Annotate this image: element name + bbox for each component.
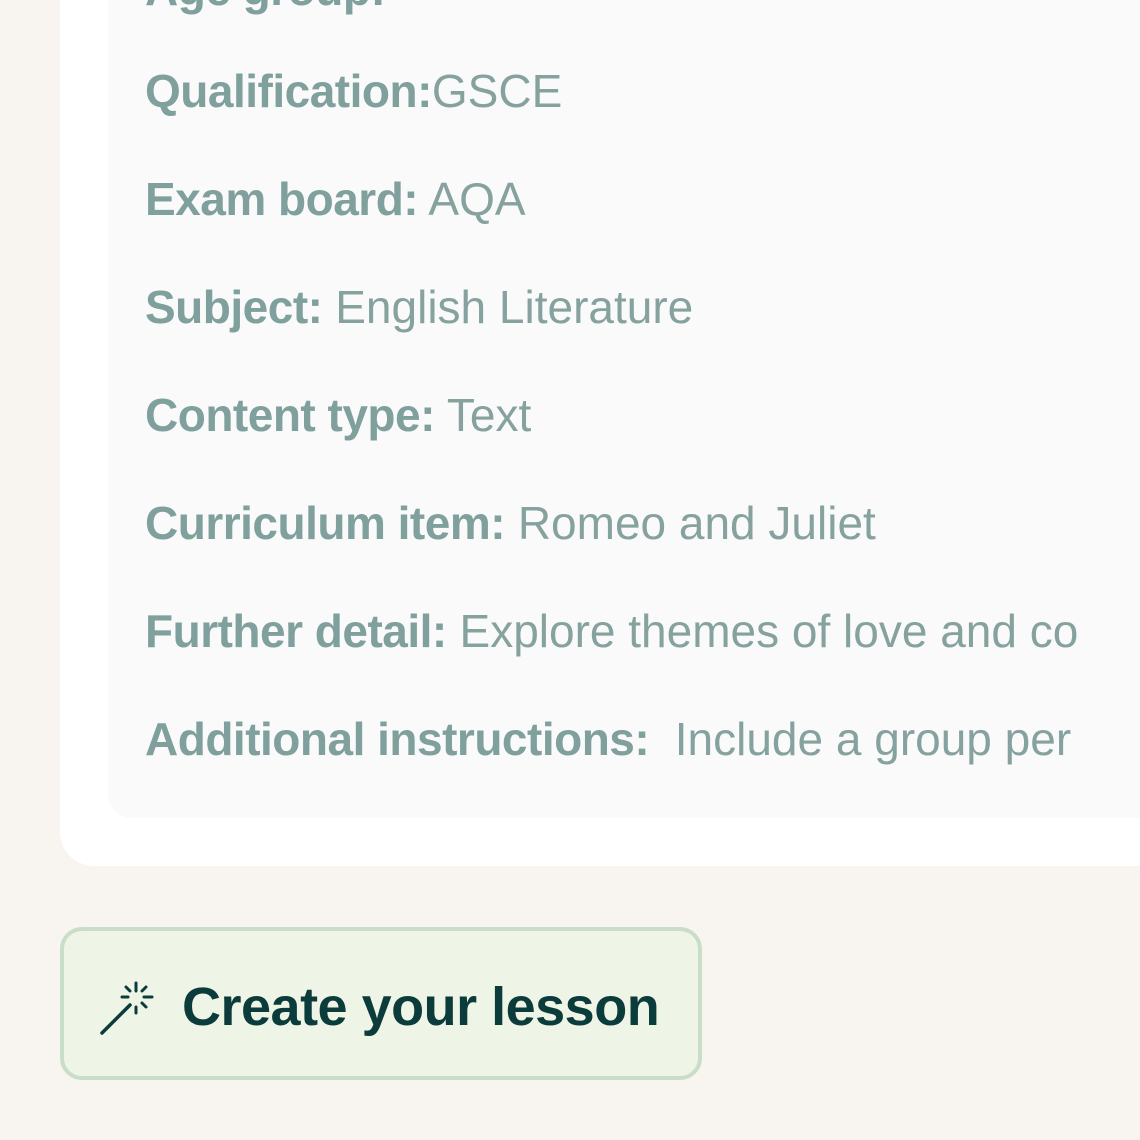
magic-wand-icon (100, 981, 154, 1035)
detail-label: Content type: (145, 389, 435, 441)
detail-label: Additional instructions: (145, 713, 650, 765)
create-lesson-label: Create your lesson (182, 977, 660, 1037)
detail-row-further-detail: Further detail: Explore themes of love a… (145, 601, 1078, 661)
detail-row-qualification: Qualification:GSCE (145, 61, 562, 121)
detail-row-additional-instructions: Additional instructions: Include a group… (145, 709, 1071, 769)
detail-row-exam-board: Exam board: AQA (145, 169, 526, 229)
detail-value: Romeo and Juliet (517, 497, 876, 549)
detail-label: Curriculum item: (145, 497, 506, 549)
detail-label: Qualification: (145, 65, 432, 117)
detail-label: Further detail: (145, 605, 447, 657)
create-lesson-button[interactable]: Create your lesson (60, 927, 702, 1080)
detail-row-content-type: Content type: Text (145, 385, 531, 445)
detail-value: AQA (428, 173, 526, 225)
detail-value: Include a group per (674, 713, 1072, 765)
detail-value: Text (446, 389, 532, 441)
detail-label: Subject: (145, 281, 323, 333)
detail-label: Exam board: (145, 173, 419, 225)
age-group-label: Age group: (145, 0, 386, 16)
detail-value: Explore themes of love and co (459, 605, 1079, 657)
detail-value: English Literature (335, 281, 694, 333)
detail-row-curriculum-item: Curriculum item: Romeo and Juliet (145, 493, 876, 553)
detail-value: GSCE (431, 65, 563, 117)
detail-row-subject: Subject: English Literature (145, 277, 693, 337)
